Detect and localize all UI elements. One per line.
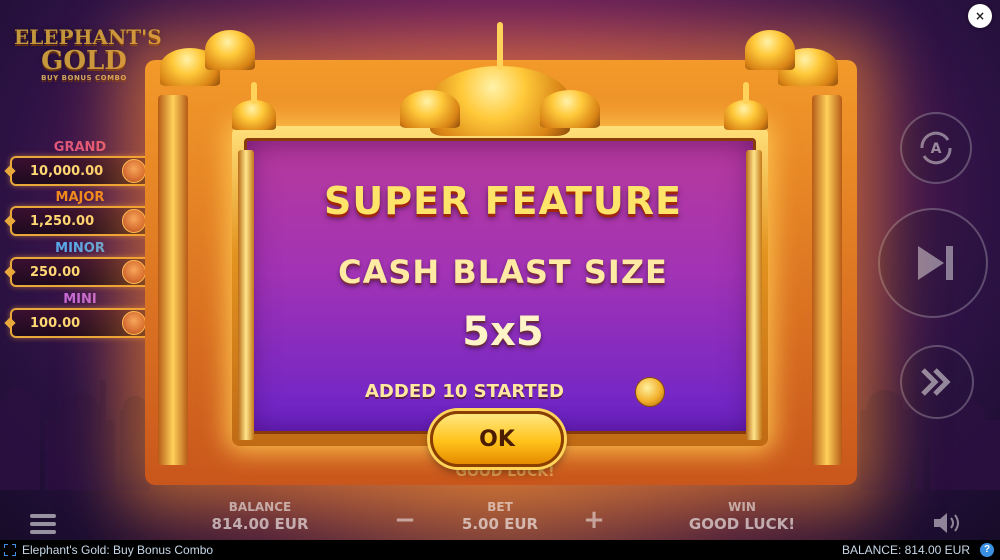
- jackpot-character-icon: [122, 209, 146, 233]
- jackpot-value: 10,000.00: [30, 163, 104, 179]
- balance-value: 814.00 EUR: [211, 515, 309, 533]
- turbo-icon: [921, 368, 951, 396]
- autoplay-icon: A: [920, 131, 952, 165]
- jackpot-value: 100.00: [30, 315, 81, 331]
- balance-display: BALANCE 814.00 EUR: [200, 500, 320, 534]
- dialog-subtitle: CASH BLAST SIZE: [338, 253, 668, 291]
- turbo-button[interactable]: [900, 345, 974, 419]
- ok-button[interactable]: OK: [430, 411, 564, 467]
- jackpot-minor: MINOR 250.00: [10, 241, 160, 287]
- close-button[interactable]: ×: [968, 4, 992, 28]
- game-title: Elephant's Gold: Buy Bonus Combo: [22, 543, 214, 557]
- dialog-title: SUPER FEATURE: [324, 179, 682, 223]
- bet-display: BET 5.00 EUR: [440, 500, 560, 534]
- dome-spire: [743, 82, 749, 104]
- autoplay-button[interactable]: A: [900, 112, 972, 184]
- bet-increase-button[interactable]: +: [582, 507, 606, 533]
- dialog-panel: SUPER FEATURE CASH BLAST SIZE 5x5 ADDED …: [244, 138, 756, 434]
- sound-icon[interactable]: [932, 512, 966, 534]
- dialog-pillar-left: [238, 150, 254, 440]
- jackpot-box: 100.00: [10, 308, 154, 338]
- bet-value: 5.00 EUR: [461, 515, 539, 533]
- jackpot-value: 250.00: [30, 264, 81, 280]
- dome-spire: [497, 22, 503, 70]
- win-label: WIN: [728, 500, 756, 514]
- jackpot-label: MINOR: [55, 241, 105, 256]
- dome-decoration: [205, 30, 255, 70]
- logo-line1: ELEPHANT'S: [14, 25, 162, 49]
- jackpot-value: 1,250.00: [30, 213, 95, 229]
- win-display: WIN GOOD LUCK!: [672, 500, 812, 534]
- dialog-pillar-right: [746, 150, 762, 440]
- dome-decoration: [400, 90, 460, 128]
- jackpot-mini: MINI 100.00: [10, 292, 160, 338]
- fullscreen-icon[interactable]: [4, 544, 16, 556]
- dome-spire: [251, 82, 257, 104]
- super-feature-dialog: SUPER FEATURE CASH BLAST SIZE 5x5 ADDED …: [232, 126, 768, 446]
- coin-icon: [635, 377, 665, 407]
- logo-line2: GOLD: [41, 46, 127, 76]
- svg-text:A: A: [931, 141, 942, 157]
- jackpot-major: MAJOR 1,250.00: [10, 190, 160, 236]
- jackpot-box: 10,000.00: [10, 156, 154, 186]
- jackpot-label: MAJOR: [55, 190, 105, 205]
- balance-label: BALANCE: [228, 500, 292, 514]
- added-started-text: ADDED 10 STARTED: [365, 381, 564, 402]
- dome-decoration: [540, 90, 600, 128]
- jackpot-label: MINI: [63, 292, 97, 307]
- dome-decoration: [745, 30, 795, 70]
- jackpot-grand: GRAND 10,000.00: [10, 140, 160, 186]
- game-logo: ELEPHANT'S GOLD BUY BONUS COMBO: [14, 25, 162, 96]
- spin-button[interactable]: [878, 208, 988, 318]
- dome-decoration: [232, 100, 276, 130]
- help-icon[interactable]: ?: [980, 543, 994, 557]
- jackpot-box: 1,250.00: [10, 206, 154, 236]
- jackpot-label: GRAND: [53, 140, 107, 155]
- blast-size-value: 5x5: [462, 309, 544, 355]
- logo-sub: BUY BONUS COMBO: [41, 74, 127, 82]
- menu-icon[interactable]: [30, 514, 56, 534]
- jackpot-character-icon: [122, 260, 146, 284]
- jackpot-character-icon: [122, 159, 146, 183]
- jackpot-character-icon: [122, 311, 146, 335]
- jackpot-box: 250.00: [10, 257, 154, 287]
- dome-decoration: [724, 100, 768, 130]
- win-value: GOOD LUCK!: [688, 515, 796, 533]
- frame-pillar-right: [812, 95, 842, 465]
- bet-label: BET: [487, 500, 513, 514]
- status-bar: Elephant's Gold: Buy Bonus Combo BALANCE…: [0, 540, 1000, 560]
- status-balance: BALANCE: 814.00 EUR: [841, 543, 970, 557]
- skip-icon: [918, 246, 953, 280]
- frame-pillar-left: [158, 95, 188, 465]
- bet-decrease-button[interactable]: −: [393, 507, 417, 533]
